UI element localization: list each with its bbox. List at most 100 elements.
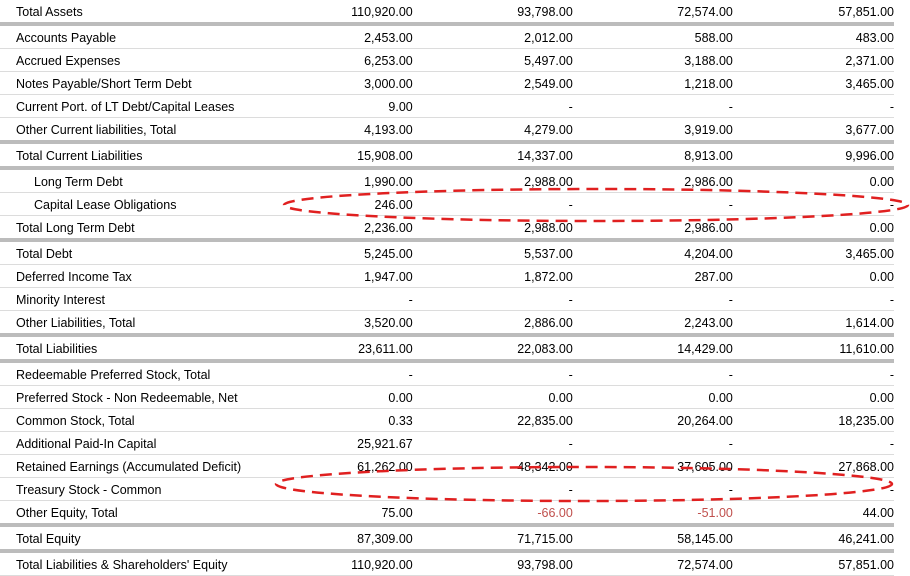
value-cell: - xyxy=(412,361,573,386)
table-row-preferred-stock-non-redeemable-net: Preferred Stock - Non Redeemable, Net 0.0… xyxy=(0,385,894,409)
value-cell: - xyxy=(253,287,413,311)
value-cell: - xyxy=(732,94,894,118)
row-label: Total Current Liabilities xyxy=(0,142,254,170)
row-label: Total Liabilities & Shareholders' Equity xyxy=(0,551,254,576)
row-label: Total Assets xyxy=(0,0,254,26)
value-cell: 0.00 xyxy=(732,215,894,242)
value-cell: 4,279.00 xyxy=(412,117,573,144)
row-label: Redeemable Preferred Stock, Total xyxy=(0,361,254,386)
row-label: Total Liabilities xyxy=(0,335,254,363)
value-cell: 3,188.00 xyxy=(572,48,733,72)
value-cell: 2,012.00 xyxy=(412,24,573,49)
value-cell: - xyxy=(572,361,733,386)
table-row-capital-lease-obligations: Capital Lease Obligations 246.00- - - xyxy=(0,192,894,216)
row-label: Other Current liabilities, Total xyxy=(0,117,254,144)
table-row-treasury-stock-common: Treasury Stock - Common - - - - xyxy=(0,477,894,501)
row-label: Minority Interest xyxy=(0,287,254,311)
value-cell: 3,520.00 xyxy=(253,310,413,337)
value-cell: 246.00 xyxy=(253,192,413,216)
table-row-other-equity-total: Other Equity, Total 75.00 -66.00 -51.00 44.0… xyxy=(0,500,894,527)
value-cell: - xyxy=(412,192,573,216)
table-row-other-liabilities-total: Other Liabilities, Total 3,520.00 2,886.00… xyxy=(0,310,894,337)
value-cell: - xyxy=(253,361,413,386)
value-cell: 23,611.00 xyxy=(253,335,413,363)
value-cell: 9.00 xyxy=(253,94,413,118)
value-cell: - xyxy=(572,477,733,501)
value-cell: 46,241.00 xyxy=(732,525,894,553)
balance-sheet-body: Total Assets 110,920.00 93,798.00 72,574.00… xyxy=(0,0,894,576)
value-cell: 61,262.00 xyxy=(253,454,413,478)
value-cell: - xyxy=(572,192,733,216)
value-cell: - xyxy=(732,361,894,386)
row-label: Additional Paid-In Capital xyxy=(0,431,254,455)
table-row-minority-interest: Minority Interest - - - - xyxy=(0,287,894,311)
value-cell: 1,872.00 xyxy=(412,264,573,288)
table-row-common-stock-total: Common Stock, Total 0.33 22,835.00 20,264.0… xyxy=(0,408,894,432)
value-cell: 14,429.00 xyxy=(572,335,733,363)
value-cell: 287.00 xyxy=(572,264,733,288)
value-cell: 2,986.00 xyxy=(572,215,733,242)
value-cell: 15,908.00 xyxy=(253,142,413,170)
value-cell: - xyxy=(732,477,894,501)
value-cell: 2,988.00 xyxy=(412,168,573,193)
value-cell: 2,549.00 xyxy=(412,71,573,95)
row-label: Total Long Term Debt xyxy=(0,215,254,242)
value-cell: 1,218.00 xyxy=(572,71,733,95)
value-cell: 18,235.00 xyxy=(732,408,894,432)
value-cell: - xyxy=(412,431,573,455)
row-label: Retained Earnings (Accumulated Deficit) xyxy=(0,454,254,478)
value-cell: - xyxy=(412,287,573,311)
value-cell: 22,835.00 xyxy=(412,408,573,432)
row-label: Capital Lease Obligations xyxy=(0,192,254,216)
value-cell: 57,851.00 xyxy=(732,0,894,26)
value-cell: 2,886.00 xyxy=(412,310,573,337)
balance-sheet-table: Total Assets 110,920.00 93,798.00 72,574.00… xyxy=(0,0,894,576)
value-cell: 93,798.00 xyxy=(412,0,573,26)
table-row-current-port-of-lt-debt-capital-leases: Current Port. of LT Debt/Capital Leases 9… xyxy=(0,94,894,118)
value-cell: 22,083.00 xyxy=(412,335,573,363)
row-label: Long Term Debt xyxy=(0,168,254,193)
row-label: Accrued Expenses xyxy=(0,48,254,72)
value-cell: 2,236.00 xyxy=(253,215,413,242)
value-cell: 0.00 xyxy=(253,385,413,409)
value-cell: 37,605.00 xyxy=(572,454,733,478)
value-cell: 0.00 xyxy=(412,385,573,409)
value-cell: 8,913.00 xyxy=(572,142,733,170)
table-row-total-debt: Total Debt 5,245.00 5,537.00 4,204.00 3,465.… xyxy=(0,240,894,265)
value-cell: 57,851.00 xyxy=(732,551,894,576)
row-label: Other Equity, Total xyxy=(0,500,254,527)
table-row-total-liabilities-shareholders-equity: Total Liabilities & Shareholders' Equity… xyxy=(0,551,894,576)
value-cell: 4,193.00 xyxy=(253,117,413,144)
value-cell: 110,920.00 xyxy=(253,0,413,26)
value-cell: 27,868.00 xyxy=(732,454,894,478)
value-cell: 87,309.00 xyxy=(253,525,413,553)
value-cell: 110,920.00 xyxy=(253,551,413,576)
balance-sheet-panel: Total Assets 110,920.00 93,798.00 72,574.00… xyxy=(0,0,910,576)
row-label: Total Equity xyxy=(0,525,254,553)
row-label: Deferred Income Tax xyxy=(0,264,254,288)
value-cell: 71,715.00 xyxy=(412,525,573,553)
row-label: Current Port. of LT Debt/Capital Leases xyxy=(0,94,254,118)
table-row-total-long-term-debt: Total Long Term Debt 2,236.00 2,988.00 2,98… xyxy=(0,215,894,242)
value-cell: - xyxy=(572,94,733,118)
value-cell: 93,798.00 xyxy=(412,551,573,576)
value-cell: 9,996.00 xyxy=(732,142,894,170)
table-row-long-term-debt: Long Term Debt 1,990.00 2,988.00 2,986.00 0.… xyxy=(0,168,894,193)
value-cell: 0.00 xyxy=(732,168,894,193)
row-label: Notes Payable/Short Term Debt xyxy=(0,71,254,95)
value-cell: 72,574.00 xyxy=(572,551,733,576)
value-cell: -66.00 xyxy=(412,500,573,527)
value-cell: - xyxy=(732,431,894,455)
value-cell: 44.00 xyxy=(732,500,894,527)
value-cell: 2,986.00 xyxy=(572,168,733,193)
row-label: Other Liabilities, Total xyxy=(0,310,254,337)
value-cell: 72,574.00 xyxy=(572,0,733,26)
value-cell: 3,677.00 xyxy=(732,117,894,144)
row-label: Preferred Stock - Non Redeemable, Net xyxy=(0,385,254,409)
value-cell: 4,204.00 xyxy=(572,240,733,265)
value-cell: 3,919.00 xyxy=(572,117,733,144)
value-cell: 2,453.00 xyxy=(253,24,413,49)
value-cell: - xyxy=(253,477,413,501)
value-cell: 5,245.00 xyxy=(253,240,413,265)
value-cell: 3,465.00 xyxy=(732,240,894,265)
